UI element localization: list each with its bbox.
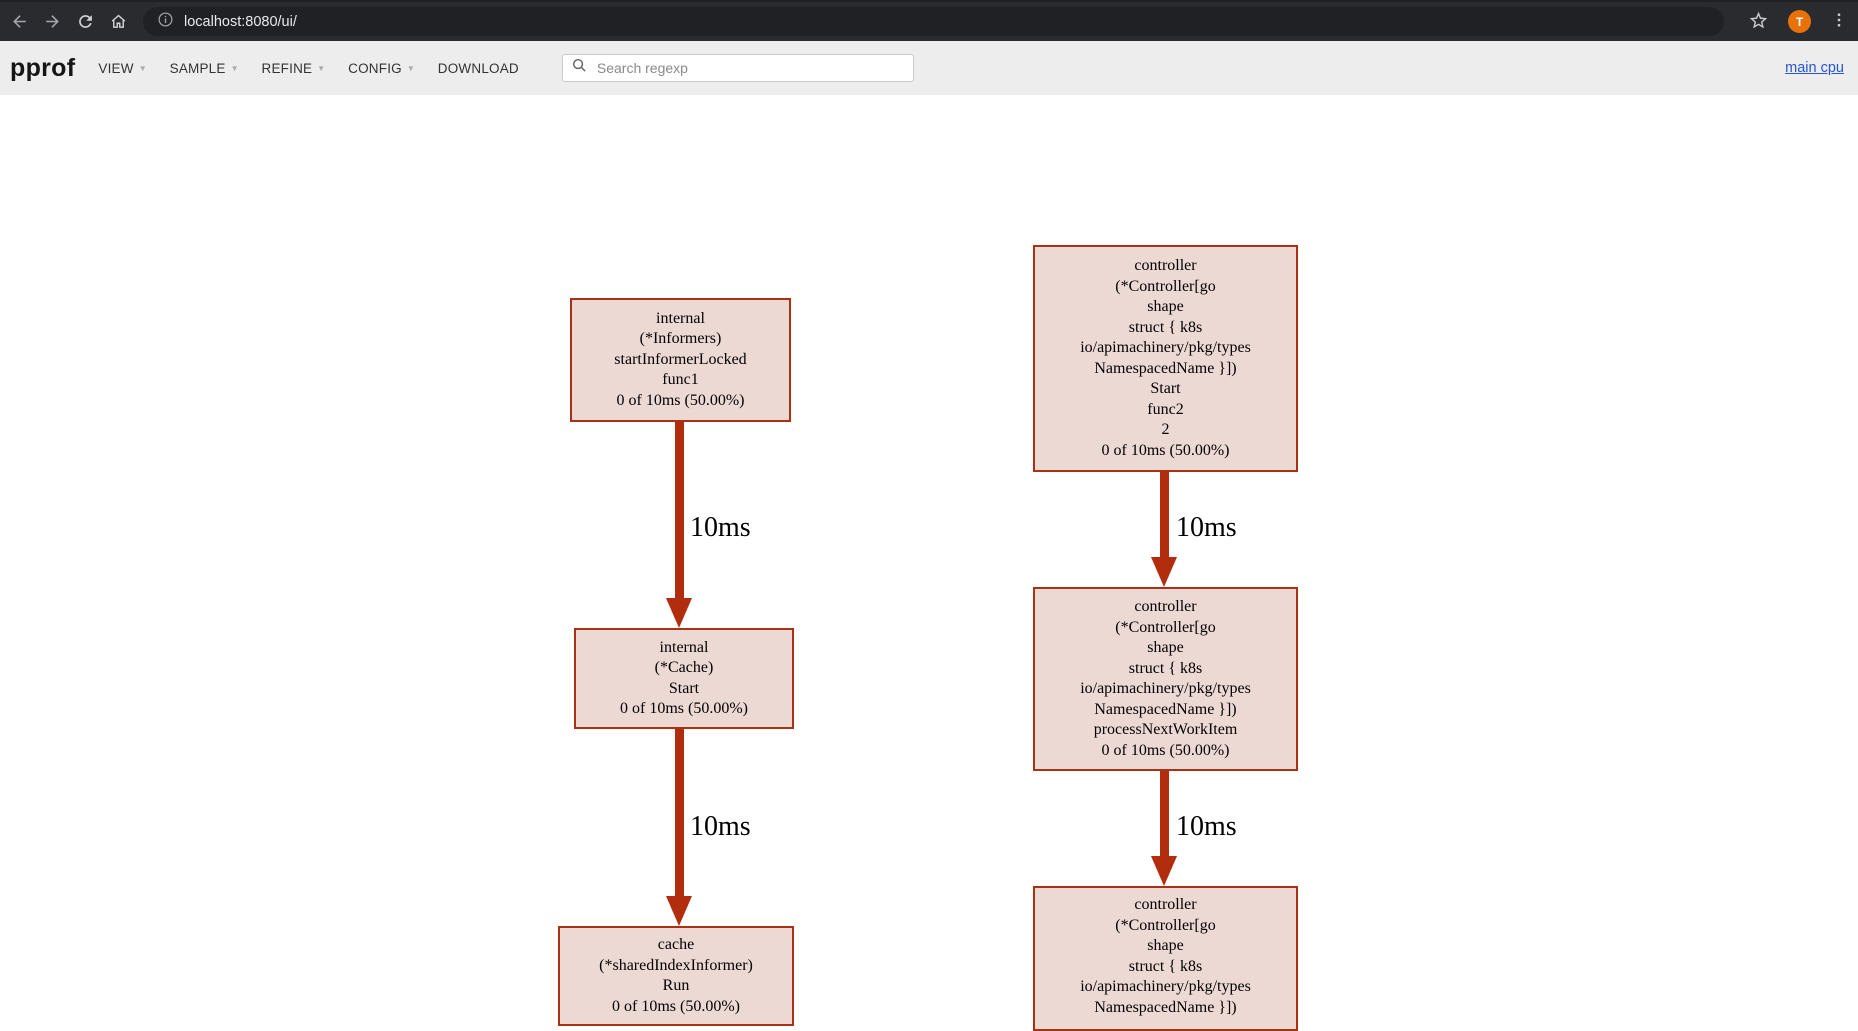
edge-weight-label: 10ms bbox=[1176, 811, 1237, 843]
menu-sample[interactable]: SAMPLE ▼ bbox=[170, 61, 239, 76]
menu-view[interactable]: VIEW ▼ bbox=[98, 61, 146, 76]
callgraph-canvas: internal (*Informers) startInformerLocke… bbox=[0, 95, 1858, 1013]
address-bar[interactable]: localhost:8080/ui/ bbox=[143, 7, 1724, 36]
profile-avatar[interactable]: T bbox=[1788, 10, 1811, 33]
edge-arrowhead-icon bbox=[1151, 856, 1177, 886]
home-icon bbox=[109, 12, 128, 31]
chevron-down-icon: ▼ bbox=[317, 64, 325, 73]
kebab-menu-icon bbox=[1830, 11, 1848, 32]
forward-button[interactable] bbox=[38, 8, 66, 36]
chevron-down-icon: ▼ bbox=[231, 64, 239, 73]
edge-line bbox=[1160, 472, 1169, 558]
chevron-down-icon: ▼ bbox=[407, 64, 415, 73]
forward-arrow-icon bbox=[43, 12, 62, 31]
graph-node-sharedIndexInformer-run[interactable]: cache (*sharedIndexInformer) Run 0 of 10… bbox=[558, 926, 794, 1026]
back-button[interactable] bbox=[5, 8, 33, 36]
edge-weight-label: 10ms bbox=[1176, 512, 1237, 544]
star-icon bbox=[1748, 10, 1769, 34]
home-button[interactable] bbox=[104, 8, 132, 36]
pprof-logo: pprof bbox=[10, 54, 75, 83]
pprof-header: pprof VIEW ▼ SAMPLE ▼ REFINE ▼ CONFIG ▼ … bbox=[0, 41, 1858, 95]
site-info-icon[interactable] bbox=[157, 11, 174, 33]
edge-arrowhead-icon bbox=[1151, 557, 1177, 587]
edge-arrowhead-icon bbox=[666, 598, 692, 628]
edge-line bbox=[675, 421, 684, 599]
graph-node-startInformerLocked[interactable]: internal (*Informers) startInformerLocke… bbox=[570, 298, 791, 422]
graph-node-controller-bottom[interactable]: controller (*Controller[go shape struct … bbox=[1033, 886, 1298, 1031]
back-arrow-icon bbox=[10, 12, 29, 31]
chevron-down-icon: ▼ bbox=[139, 64, 147, 73]
edge-line bbox=[1160, 771, 1169, 857]
reload-icon bbox=[76, 12, 95, 31]
menu-config[interactable]: CONFIG ▼ bbox=[348, 61, 415, 76]
browser-menu-button[interactable] bbox=[1830, 11, 1848, 32]
avatar-letter: T bbox=[1796, 15, 1803, 29]
reload-button[interactable] bbox=[71, 8, 99, 36]
search-box[interactable] bbox=[562, 54, 914, 82]
edge-weight-label: 10ms bbox=[690, 811, 751, 843]
search-input[interactable] bbox=[595, 59, 905, 77]
edge-arrowhead-icon bbox=[666, 896, 692, 926]
graph-node-processNextWorkItem[interactable]: controller (*Controller[go shape struct … bbox=[1033, 587, 1298, 771]
browser-chrome: localhost:8080/ui/ T bbox=[0, 0, 1858, 41]
graph-node-cache-start[interactable]: internal (*Cache) Start 0 of 10ms (50.00… bbox=[574, 628, 794, 729]
url-text[interactable]: localhost:8080/ui/ bbox=[184, 14, 297, 30]
search-icon bbox=[571, 57, 588, 79]
menu-refine[interactable]: REFINE ▼ bbox=[262, 61, 326, 76]
edge-line bbox=[675, 729, 684, 897]
menu-download[interactable]: DOWNLOAD bbox=[438, 61, 519, 76]
edge-weight-label: 10ms bbox=[690, 512, 751, 544]
menu-bar: VIEW ▼ SAMPLE ▼ REFINE ▼ CONFIG ▼ DOWNLO… bbox=[98, 61, 542, 76]
bookmark-star-button[interactable] bbox=[1748, 10, 1769, 34]
graph-node-controller-start[interactable]: controller (*Controller[go shape struct … bbox=[1033, 245, 1298, 472]
profile-name-link[interactable]: main cpu bbox=[1785, 60, 1844, 76]
